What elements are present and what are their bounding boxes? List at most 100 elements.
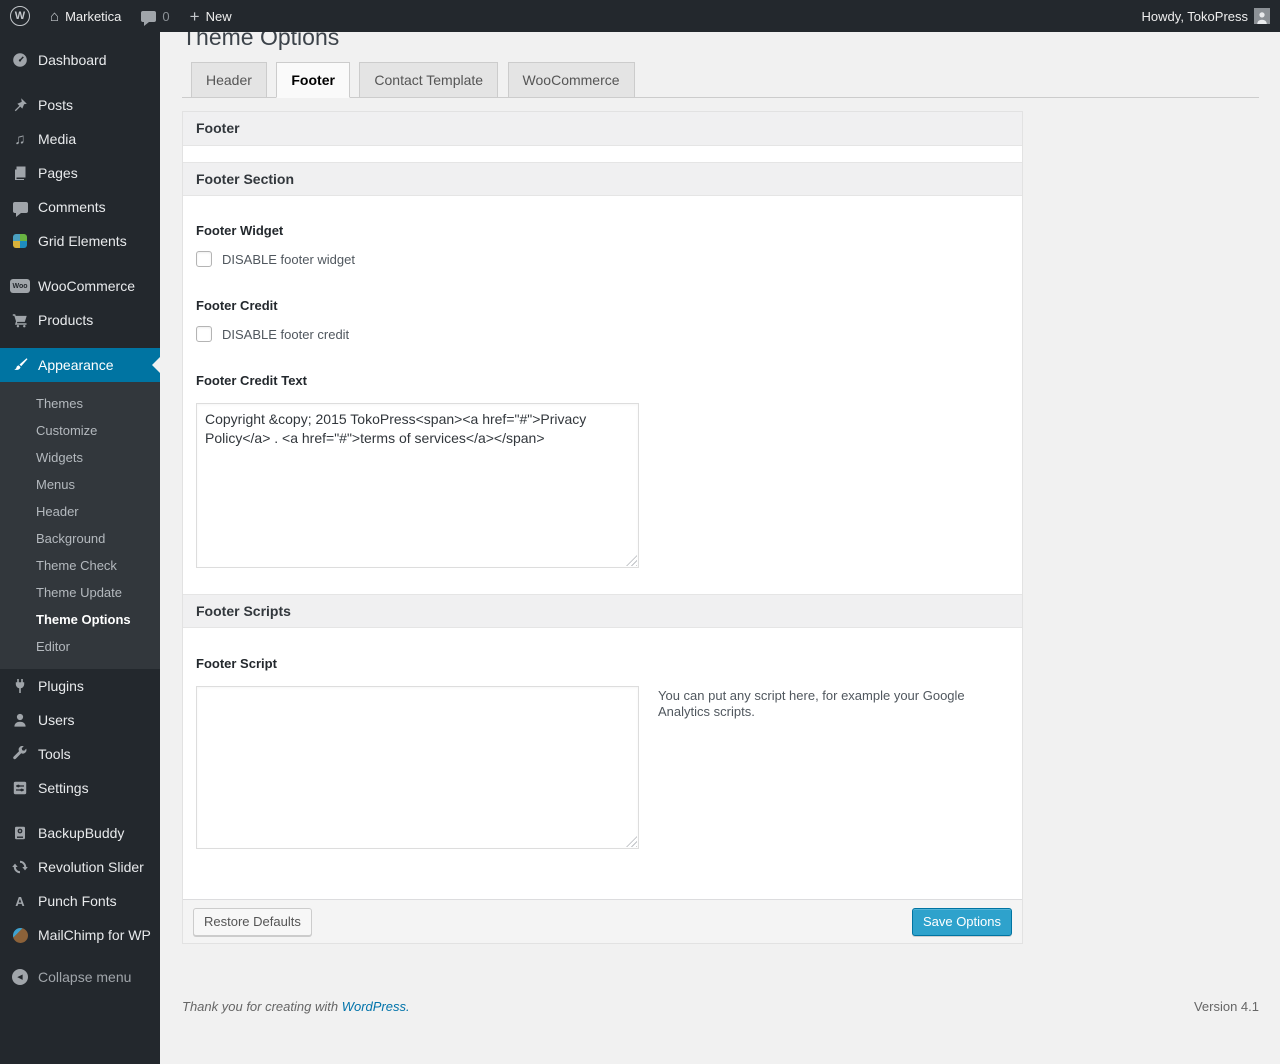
sidebar-item-label: Pages [38,165,78,181]
tab-woocommerce[interactable]: WooCommerce [507,62,635,98]
wordpress-link[interactable]: WordPress. [342,999,410,1014]
media-icon: ♫ [14,130,26,148]
footer-thanks: Thank you for creating with WordPress. [182,999,410,1014]
sidebar-item-comments[interactable]: Comments [0,190,160,224]
posts-pin-icon [10,97,30,113]
menu-separator [0,952,160,960]
submenu-item-themes[interactable]: Themes [0,390,160,417]
howdy-label: Howdy, TokoPress [1141,8,1248,24]
comments-icon [10,201,30,217]
sidebar-item-settings[interactable]: Settings [0,771,160,805]
sidebar-item-backupbuddy[interactable]: BackupBuddy [0,816,160,850]
comments-bubble-icon [141,10,157,26]
version-label: Version 4.1 [1193,999,1259,1014]
sidebar-item-label: Tools [38,746,71,762]
sidebar-item-punch-fonts[interactable]: Punch Fonts [0,884,160,918]
footer-section-body: Footer Widget DISABLE footer widget Foot… [183,196,1022,594]
sidebar-item-appearance[interactable]: Appearance [0,348,160,382]
wordpress-logo-menu[interactable] [0,0,40,32]
users-icon [10,712,30,728]
disable-footer-widget-row[interactable]: DISABLE footer widget [196,251,355,267]
footer-scripts-body: Footer Script You can put any script her… [183,628,1022,899]
site-name-link[interactable]: ⌂ Marketica [40,0,131,32]
sidebar-item-media[interactable]: ♫ Media [0,122,160,156]
settings-sliders-icon [10,780,30,796]
sidebar-item-mailchimp[interactable]: MailChimp for WP [0,918,160,952]
sidebar-item-tools[interactable]: Tools [0,737,160,771]
footer-thanks-text: Thank you for creating with [182,999,339,1014]
menu-separator [0,805,160,816]
submenu-item-theme-update[interactable]: Theme Update [0,579,160,606]
footer-script-help-text: You can put any script here, for example… [658,688,965,719]
home-icon: ⌂ [50,7,60,25]
submenu-item-customize[interactable]: Customize [0,417,160,444]
comments-link[interactable]: 0 [131,0,179,32]
footer-script-textarea-wrap [196,686,639,849]
submenu-item-header[interactable]: Header [0,498,160,525]
footer-credit-text-label: Footer Credit Text [196,373,307,388]
restore-defaults-button[interactable]: Restore Defaults [193,907,312,936]
revolution-slider-icon [10,859,30,875]
new-content-menu[interactable]: + New [180,0,242,32]
products-cart-icon [10,312,30,328]
footer-widget-label: Footer Widget [196,223,284,238]
sidebar-item-grid-elements[interactable]: Grid Elements [0,224,160,258]
submenu-item-widgets[interactable]: Widgets [0,444,160,471]
footer-script-textarea[interactable] [196,686,639,849]
sidebar-item-label: Revolution Slider [38,859,144,875]
disable-footer-credit-label: DISABLE footer credit [222,326,350,342]
sidebar-item-label: Appearance [38,357,114,373]
sidebar-item-label: Posts [38,97,74,113]
sidebar-item-label: Media [38,131,77,147]
pages-icon [10,165,30,181]
sidebar-item-posts[interactable]: Posts [0,88,160,122]
disable-footer-widget-label: DISABLE footer widget [222,251,355,267]
submenu-item-theme-check[interactable]: Theme Check [0,552,160,579]
sidebar-item-plugins[interactable]: Plugins [0,669,160,703]
sidebar-item-label: MailChimp for WP [38,927,151,943]
appearance-brush-icon [10,357,30,373]
site-name-label: Marketica [65,8,122,24]
disable-footer-credit-row[interactable]: DISABLE footer credit [196,326,349,342]
panel-gap [183,146,1022,162]
main-content: Theme Options Header Footer Contact Temp… [160,0,1280,1034]
theme-options-tabs: Header Footer Contact Template WooCommer… [182,62,1259,98]
panel-header: Footer [183,112,1022,146]
menu-separator [0,258,160,269]
save-options-button[interactable]: Save Options [911,907,1012,936]
footer-section-header: Footer Section [183,162,1022,196]
mailchimp-icon [10,927,30,943]
tab-contact-template[interactable]: Contact Template [359,62,499,98]
admin-footer: Thank you for creating with WordPress. V… [182,999,1259,1034]
footer-credit-label: Footer Credit [196,298,278,313]
footer-credit-textarea[interactable]: Copyright &copy; 2015 TokoPress<span><a … [196,403,639,568]
sidebar-item-woocommerce[interactable]: WooCommerce [0,269,160,303]
menu-separator [0,77,160,88]
sidebar-item-revolution-slider[interactable]: Revolution Slider [0,850,160,884]
tab-header[interactable]: Header [191,62,267,98]
collapse-menu-button[interactable]: Collapse menu [0,960,160,994]
sidebar-item-pages[interactable]: Pages [0,156,160,190]
my-account-menu[interactable]: Howdy, TokoPress [1132,0,1280,32]
sidebar-item-products[interactable]: Products [0,303,160,337]
sidebar-item-label: BackupBuddy [38,825,125,841]
comment-count: 0 [162,8,170,24]
disable-footer-credit-checkbox[interactable] [196,326,212,342]
sidebar-item-label: Grid Elements [38,233,127,249]
sidebar-item-dashboard[interactable]: Dashboard [0,43,160,77]
admin-sidebar: Dashboard Posts ♫ Media Pages Comments G… [0,32,160,1064]
tab-footer[interactable]: Footer [276,62,350,98]
disable-footer-widget-checkbox[interactable] [196,251,212,267]
submenu-item-menus[interactable]: Menus [0,471,160,498]
submenu-item-editor[interactable]: Editor [0,633,160,660]
menu-separator [0,337,160,348]
sidebar-item-label: Settings [38,780,89,796]
sidebar-item-users[interactable]: Users [0,703,160,737]
collapse-menu-label: Collapse menu [38,969,132,985]
submenu-item-background[interactable]: Background [0,525,160,552]
footer-script-label: Footer Script [196,656,277,671]
collapse-icon [10,969,30,985]
submenu-item-theme-options[interactable]: Theme Options [0,606,160,633]
punch-fonts-icon [10,895,30,908]
backupbuddy-icon [10,825,30,841]
